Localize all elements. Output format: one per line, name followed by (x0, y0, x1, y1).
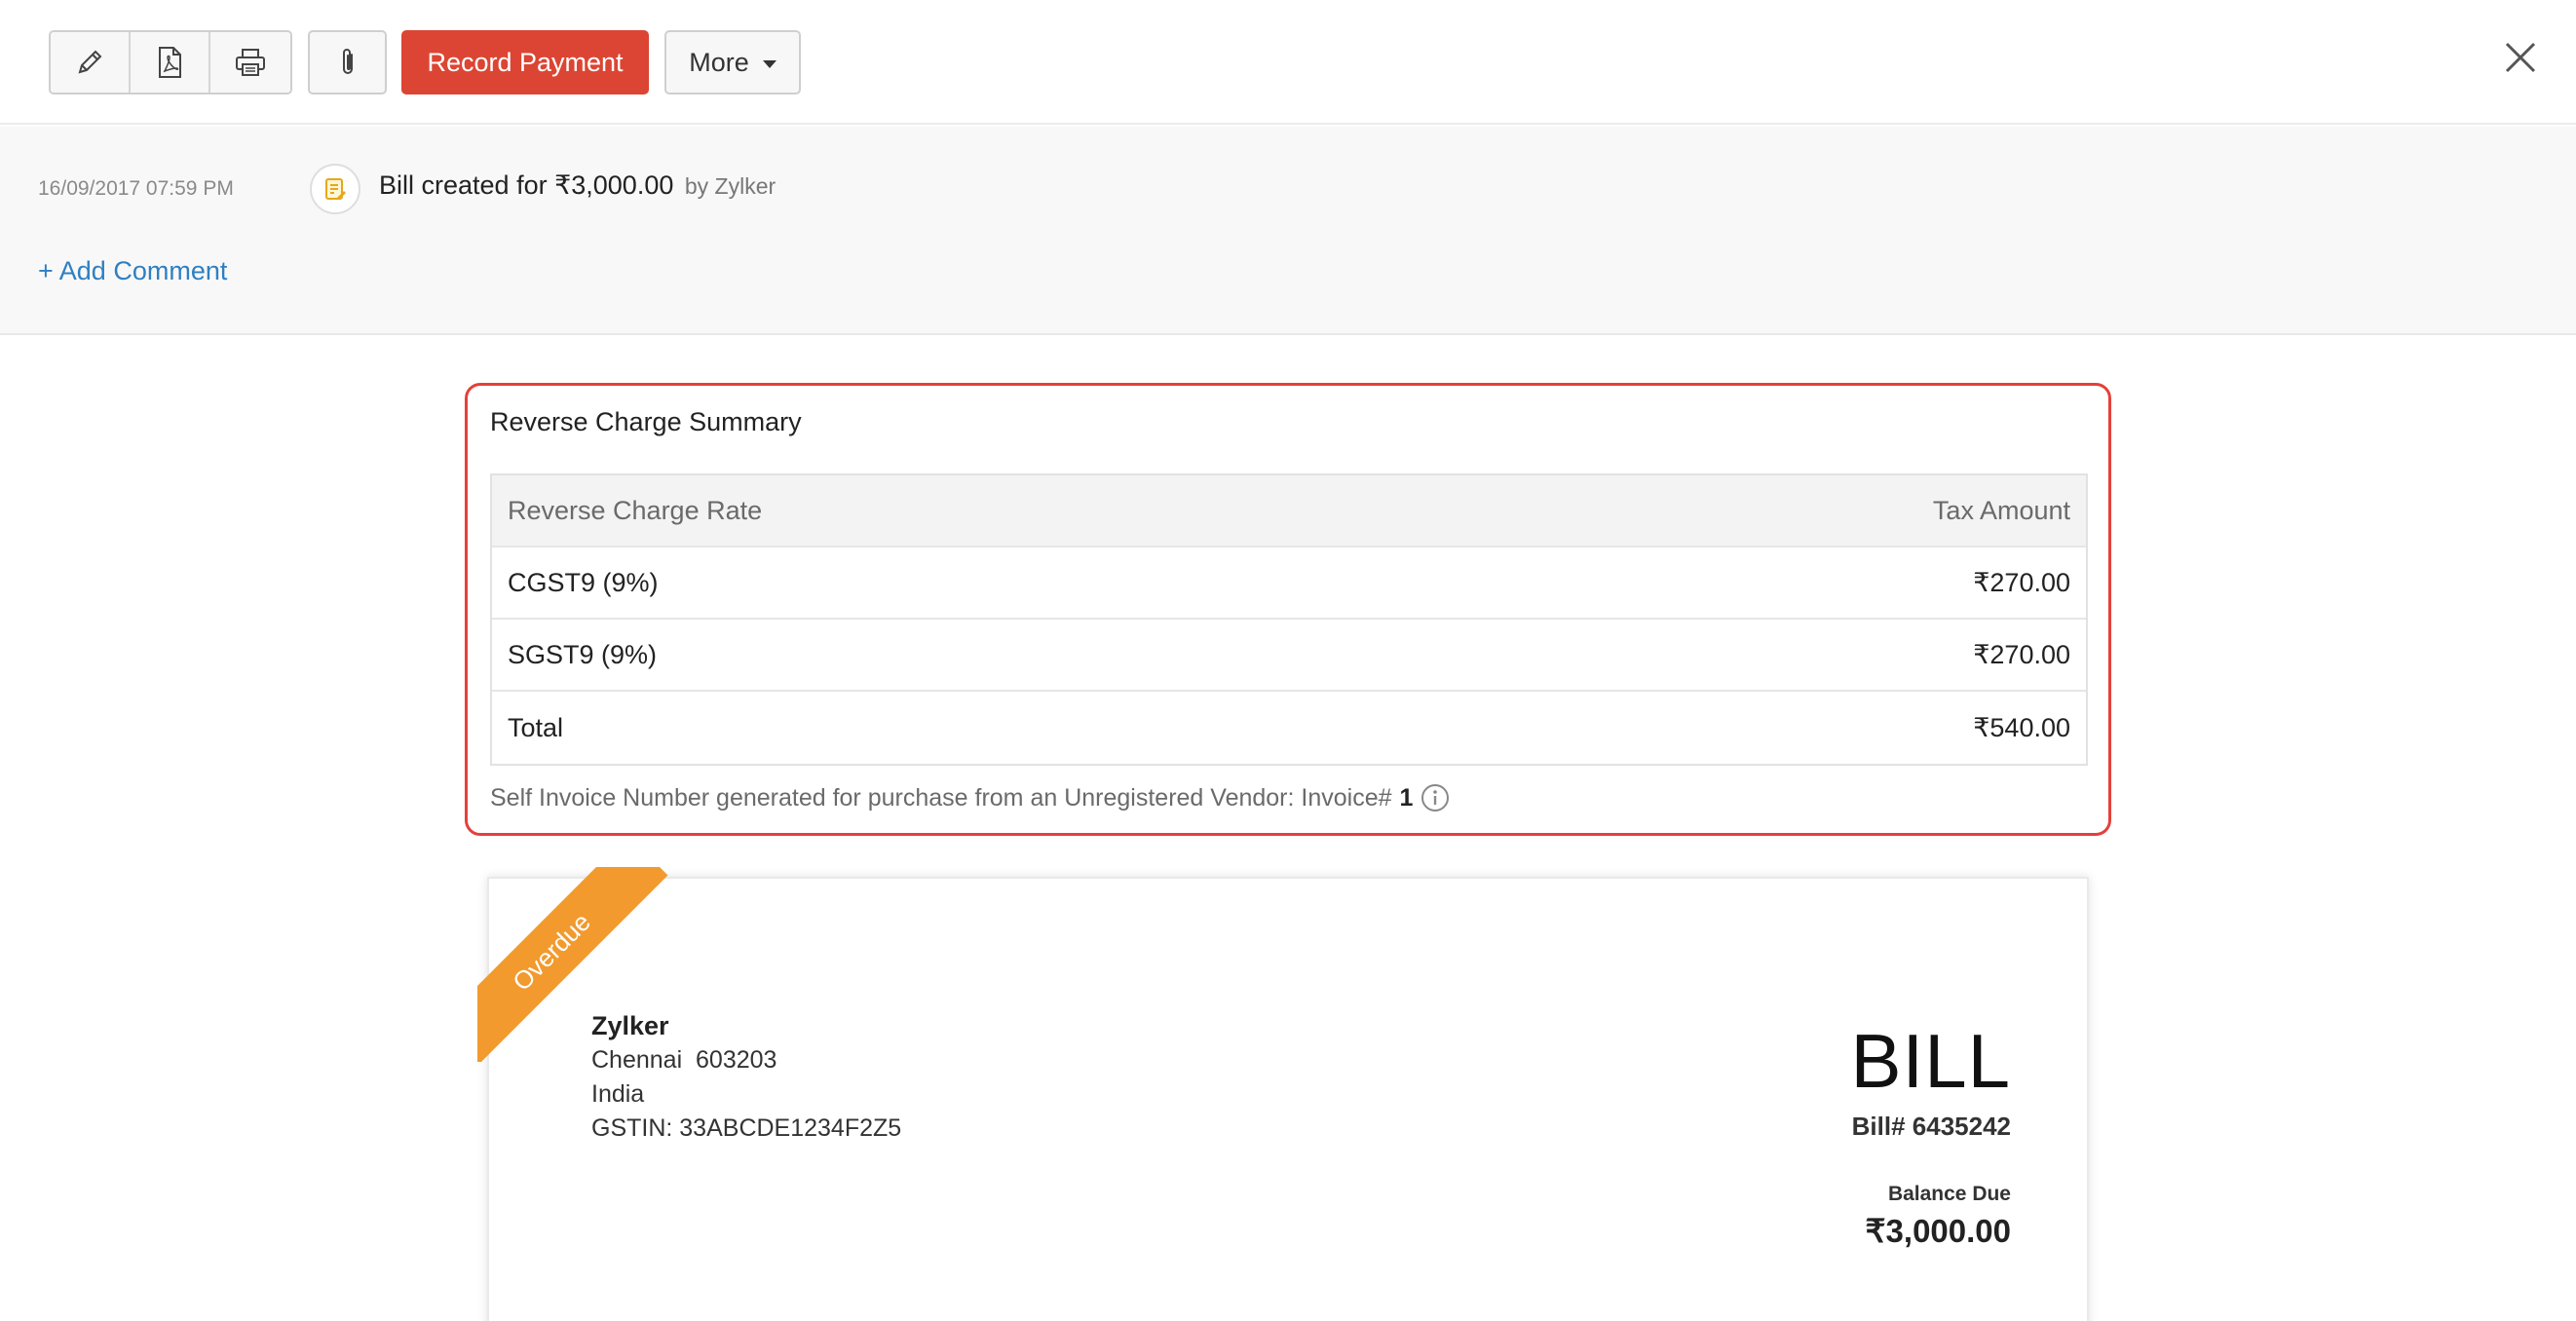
pdf-icon (159, 47, 181, 78)
info-icon[interactable] (1421, 783, 1450, 812)
vendor-gstin: GSTIN: 33ABCDE1234F2Z5 (591, 1114, 902, 1142)
activity-message-text: Bill created for ₹3,000.00 (379, 170, 674, 200)
row-amount: ₹270.00 (1973, 567, 2070, 597)
action-button-group (49, 30, 292, 94)
edit-button[interactable] (51, 32, 131, 93)
printer-icon (236, 49, 265, 76)
activity-timestamp: 16/09/2017 07:59 PM (38, 177, 234, 200)
record-payment-button[interactable]: Record Payment (401, 30, 649, 94)
row-amount: ₹270.00 (1973, 639, 2070, 669)
bill-header: BILL Bill# 6435242 Balance Due ₹3,000.00 (1851, 1018, 2011, 1250)
print-button[interactable] (210, 32, 290, 93)
bill-number: Bill# 6435242 (1851, 1112, 2011, 1141)
activity-icon-badge (310, 164, 360, 214)
attach-button[interactable] (308, 30, 387, 94)
table-total-row: Total ₹540.00 (492, 692, 2086, 764)
balance-due-amount: ₹3,000.00 (1865, 1213, 2011, 1249)
more-label: More (689, 47, 749, 77)
bill-note-icon (325, 178, 346, 200)
total-label: Total (508, 712, 564, 742)
table-row: CGST9 (9%) ₹270.00 (492, 547, 2086, 620)
row-rate: CGST9 (9%) (508, 567, 659, 597)
pdf-button[interactable] (131, 32, 210, 93)
reverse-charge-title: Reverse Charge Summary (490, 407, 802, 436)
table-row: SGST9 (9%) ₹270.00 (492, 620, 2086, 692)
row-rate: SGST9 (9%) (508, 639, 658, 669)
reverse-charge-summary: Reverse Charge Summary Reverse Charge Ra… (465, 383, 2111, 836)
column-header-rate: Reverse Charge Rate (508, 495, 763, 525)
pencil-icon (78, 50, 102, 74)
self-invoice-note: Self Invoice Number generated for purcha… (490, 783, 1450, 812)
column-header-amount: Tax Amount (1932, 495, 2070, 525)
activity-author: by Zylker (684, 173, 777, 199)
reverse-charge-table: Reverse Charge Rate Tax Amount CGST9 (9%… (490, 473, 2088, 766)
close-icon[interactable] (2504, 41, 2537, 74)
activity-panel: 16/09/2017 07:59 PM Bill created for ₹3,… (0, 127, 2576, 335)
toolbar: Record Payment More (0, 0, 2576, 125)
balance-due-label: Balance Due (1887, 1183, 2011, 1205)
bill-title: BILL (1850, 1018, 2011, 1104)
caret-down-icon (762, 60, 777, 68)
activity-message: Bill created for ₹3,000.00 by Zylker (379, 170, 776, 201)
vendor-address: Zylker Chennai 603203 India GSTIN: 33ABC… (591, 1009, 901, 1146)
paperclip-icon (342, 49, 353, 74)
table-header-row: Reverse Charge Rate Tax Amount (492, 475, 2086, 547)
total-amount: ₹540.00 (1973, 712, 2070, 742)
vendor-name: Zylker (591, 1011, 669, 1040)
add-comment-link[interactable]: + Add Comment (38, 256, 227, 286)
vendor-country: India (591, 1080, 645, 1108)
vendor-city: Chennai 603203 (591, 1046, 777, 1074)
more-dropdown-button[interactable]: More (664, 30, 801, 94)
self-invoice-note-text: Self Invoice Number generated for purcha… (490, 783, 1392, 811)
self-invoice-number: 1 (1399, 783, 1414, 811)
